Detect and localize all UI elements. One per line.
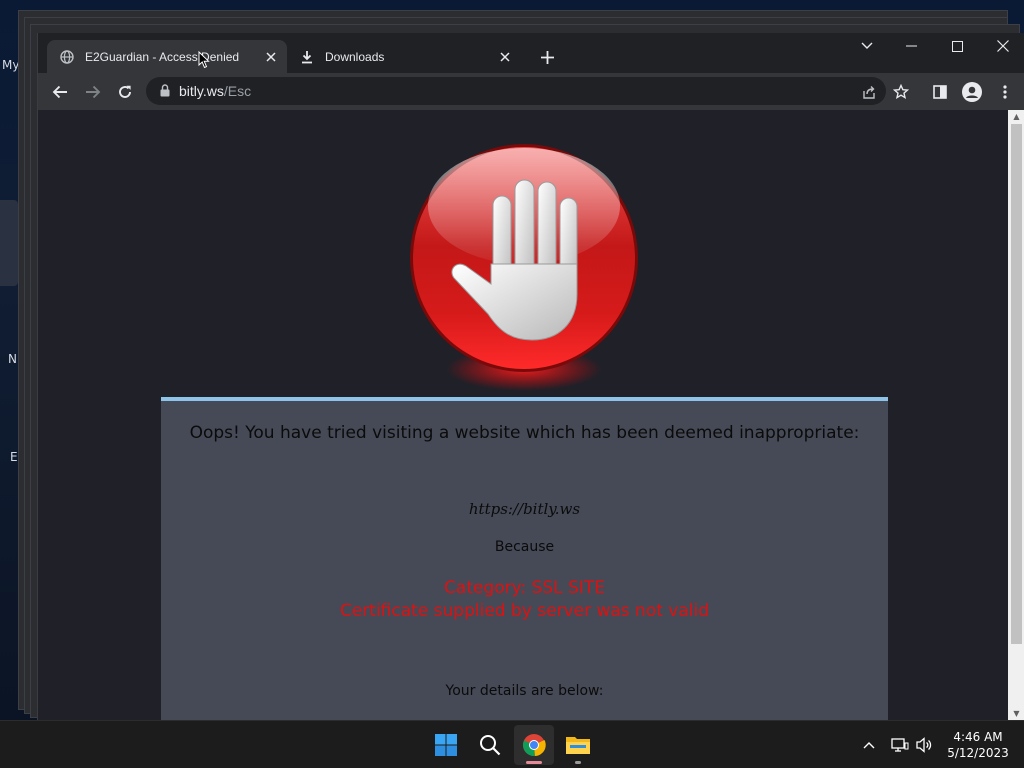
new-tab-button[interactable] (536, 46, 558, 68)
block-reason: Certificate supplied by server was not v… (339, 601, 710, 621)
clock-date: 5/12/2023 (947, 746, 1009, 760)
desktop-icon-label[interactable]: E (10, 450, 18, 464)
taskbar-chrome[interactable] (514, 725, 554, 765)
chevron-up-icon (863, 742, 875, 749)
forward-arrow-icon (86, 85, 101, 99)
url-host: bitly.ws (179, 83, 224, 99)
file-explorer-icon (566, 737, 590, 754)
desktop-icon-label[interactable]: My (2, 58, 19, 72)
download-icon (299, 49, 315, 65)
speaker-icon (916, 737, 932, 753)
minimize-icon (905, 45, 917, 47)
chevron-down-icon (861, 42, 873, 49)
start-icon (435, 734, 457, 756)
clock-time: 4:46 AM (953, 730, 1003, 744)
network-button[interactable] (890, 735, 910, 755)
side-panel-button[interactable] (926, 78, 954, 106)
stop-hand-icon (408, 144, 640, 394)
maximize-icon (951, 40, 963, 52)
profile-icon (962, 82, 982, 102)
scroll-thumb[interactable] (1011, 124, 1022, 644)
close-icon (997, 40, 1009, 52)
profile-button[interactable] (958, 78, 986, 106)
url-text[interactable]: bitly.ws/Esc (179, 83, 251, 99)
active-indicator (526, 761, 542, 764)
search-button[interactable] (470, 725, 510, 765)
close-tab-icon[interactable] (261, 47, 281, 67)
url-path: /Esc (223, 83, 252, 99)
taskbar-file-explorer[interactable] (558, 725, 598, 765)
reload-icon (119, 85, 131, 98)
taskbar-clock[interactable]: 4:46 AM 5/12/2023 (940, 729, 1016, 761)
scroll-down-arrow-icon[interactable]: ▼ (1012, 709, 1021, 718)
page-content: Oops! You have tried visiting a website … (38, 110, 1008, 720)
kebab-menu-icon (1003, 85, 1007, 99)
bookmark-button[interactable] (887, 78, 915, 106)
search-icon (480, 735, 501, 756)
page-title: Oops! You have tried visiting a website … (189, 423, 860, 443)
close-window-button[interactable] (980, 33, 1024, 59)
chrome-icon (523, 734, 546, 757)
tab-access-denied[interactable]: E2Guardian - Access Denied (47, 40, 287, 73)
close-tab-icon[interactable] (495, 47, 515, 67)
back-arrow-icon (52, 85, 67, 99)
address-bar[interactable]: bitly.ws/Esc (146, 77, 886, 105)
tab-search-button[interactable] (844, 33, 890, 59)
tab-strip: E2Guardian - Access Denied Downloads (38, 33, 1024, 73)
browser-window: E2Guardian - Access Denied Downloads bit… (37, 33, 1024, 720)
because-label: Because (494, 539, 555, 555)
tab-label: E2Guardian - Access Denied (85, 49, 240, 64)
message-panel: Oops! You have tried visiting a website … (161, 397, 888, 720)
browser-toolbar: bitly.ws/Esc (38, 73, 1024, 110)
share-icon (863, 85, 875, 99)
forward-button[interactable] (79, 78, 107, 106)
back-button[interactable] (46, 78, 74, 106)
taskbar: 4:46 AM 5/12/2023 (0, 720, 1024, 768)
network-icon (891, 738, 909, 752)
side-panel-icon (933, 85, 947, 99)
tab-label: Downloads (325, 49, 385, 64)
blocked-url: https://bitly.ws (468, 500, 581, 518)
running-indicator (575, 761, 581, 764)
tab-downloads[interactable]: Downloads (287, 40, 521, 73)
start-button[interactable] (426, 725, 466, 765)
lock-icon[interactable] (160, 82, 170, 101)
block-category: Category: SSL SITE (444, 578, 605, 598)
plus-icon (540, 50, 554, 64)
show-hidden-icons-button[interactable] (859, 735, 879, 755)
maximize-button[interactable] (934, 33, 980, 59)
scroll-up-arrow-icon[interactable]: ▲ (1012, 112, 1021, 121)
desktop-selected-tile[interactable] (0, 200, 18, 286)
share-button[interactable] (855, 78, 883, 106)
desktop-icon-label[interactable]: N (8, 352, 17, 366)
star-icon (893, 84, 909, 100)
globe-icon (59, 49, 75, 65)
menu-button[interactable] (991, 78, 1019, 106)
mouse-cursor-icon (198, 51, 210, 69)
page-scrollbar[interactable]: ▲ ▼ (1008, 110, 1024, 720)
details-heading: Your details are below: (445, 683, 604, 699)
minimize-button[interactable] (888, 33, 934, 59)
reload-button[interactable] (111, 78, 139, 106)
volume-button[interactable] (915, 735, 935, 755)
